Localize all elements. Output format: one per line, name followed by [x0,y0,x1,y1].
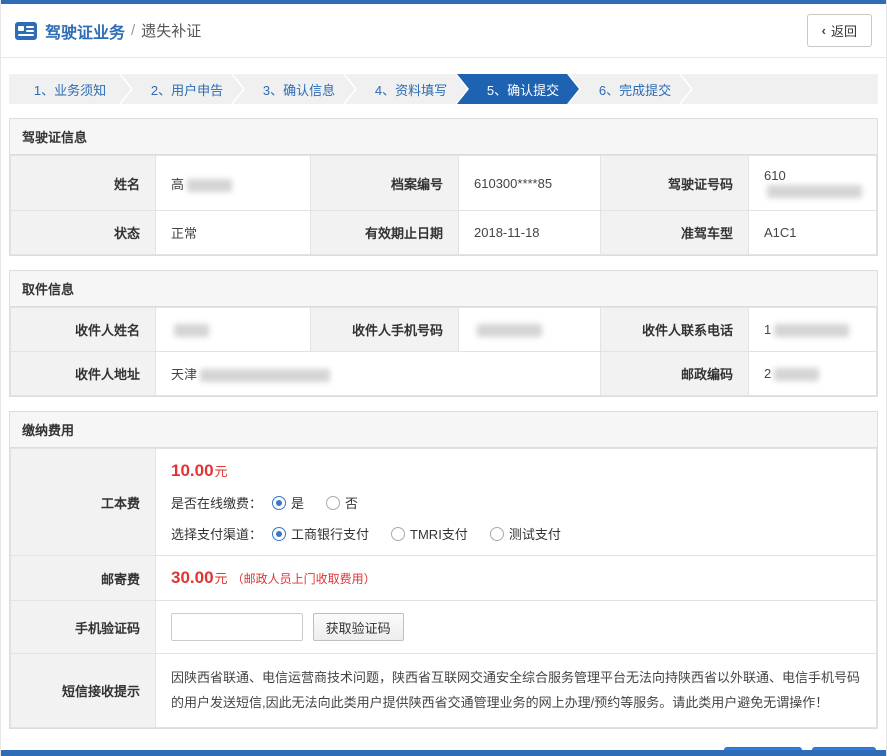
radio-channel-test[interactable] [490,527,504,541]
online-pay-row: 是否在线缴费： 是 否 [171,493,861,512]
license-card-icon [15,22,37,40]
table-row: 短信接收提示 因陕西省联通、电信运营商技术问题，陕西省互联网交通安全综合服务管理… [11,654,877,728]
recipient-tel-value: 1 [749,308,877,352]
post-fee-label: 邮寄费 [11,556,156,601]
license-info-table: 姓名 高 档案编号 610300****85 驾驶证号码 610 状态 正常 有… [10,155,877,255]
radio-channel-tmri[interactable] [391,527,405,541]
recipient-phone-label: 收件人手机号码 [311,308,459,352]
step-5-confirm-submit[interactable]: 5、确认提交 [457,74,579,104]
table-row: 收件人姓名 收件人手机号码 收件人联系电话 1 [11,308,877,352]
breadcrumb-separator: / [131,22,135,39]
pickup-info-section: 取件信息 收件人姓名 收件人手机号码 收件人联系电话 1 收件人地址 天津 邮政… [9,270,878,397]
recipient-address-value: 天津 [156,352,601,396]
online-pay-label: 是否在线缴费： [171,493,262,512]
redacted-recipient-phone [477,324,542,337]
status-value: 正常 [156,211,311,255]
pay-channel-label: 选择支付渠道： [171,524,262,543]
table-row: 手机验证码 获取验证码 [11,601,877,654]
table-row: 工本费 10.00元 是否在线缴费： 是 否 选择支付渠道： [11,449,877,556]
pickup-info-title: 取件信息 [10,271,877,307]
work-fee-amount: 10.00元 [171,461,861,481]
pickup-info-table: 收件人姓名 收件人手机号码 收件人联系电话 1 收件人地址 天津 邮政编码 2 [10,307,877,396]
recipient-phone-value [459,308,601,352]
license-number-label: 驾驶证号码 [601,156,749,211]
step-nav-filler [681,74,878,104]
table-row: 邮寄费 30.00元（邮政人员上门收取费用） [11,556,877,601]
header: 驾驶证业务 / 遗失补证 ‹ 返回 [1,4,886,58]
step-2-user-declaration[interactable]: 2、用户申告 [121,74,243,104]
license-info-title: 驾驶证信息 [10,119,877,155]
radio-channel-test-label[interactable]: 测试支付 [509,524,561,543]
step-nav: 1、业务须知 2、用户申告 3、确认信息 4、资料填写 5、确认提交 6、完成提… [9,74,878,104]
pay-channel-row: 选择支付渠道： 工商银行支付 TMRI支付 测试支付 [171,524,861,543]
table-row: 状态 正常 有效期止日期 2018-11-18 准驾车型 A1C1 [11,211,877,255]
postcode-label: 邮政编码 [601,352,749,396]
name-value: 高 [156,156,311,211]
vehicle-type-label: 准驾车型 [601,211,749,255]
back-chevron-icon: ‹ [822,23,826,38]
recipient-address-label: 收件人地址 [11,352,156,396]
step-4-fill-data[interactable]: 4、资料填写 [345,74,467,104]
recipient-name-value [156,308,311,352]
fees-title: 缴纳费用 [10,412,877,448]
expiry-label: 有效期止日期 [311,211,459,255]
redacted-address [200,369,330,382]
get-sms-code-button[interactable]: 获取验证码 [313,613,404,641]
status-label: 状态 [11,211,156,255]
page: 驾驶证业务 / 遗失补证 ‹ 返回 1、业务须知 2、用户申告 3、确认信息 4… [0,0,887,756]
expiry-value: 2018-11-18 [459,211,601,255]
work-fee-cell: 10.00元 是否在线缴费： 是 否 选择支付渠道： 工商银行支付 [156,449,877,556]
sms-code-cell: 获取验证码 [156,601,877,654]
page-subtitle: 遗失补证 [141,20,201,41]
back-button-label: 返回 [831,21,857,40]
sms-tip-label: 短信接收提示 [11,654,156,728]
page-title: 驾驶证业务 [45,19,125,43]
fees-table: 工本费 10.00元 是否在线缴费： 是 否 选择支付渠道： [10,448,877,728]
work-fee-label: 工本费 [11,449,156,556]
redacted-license-number [767,185,862,198]
recipient-tel-label: 收件人联系电话 [601,308,749,352]
radio-channel-icbc-label[interactable]: 工商银行支付 [291,524,369,543]
post-fee-cell: 30.00元（邮政人员上门收取费用） [156,556,877,601]
radio-online-pay-no[interactable] [326,496,340,510]
redacted-postcode [774,368,819,381]
back-button[interactable]: ‹ 返回 [807,14,872,47]
step-3-confirm-info[interactable]: 3、确认信息 [233,74,355,104]
sms-code-label: 手机验证码 [11,601,156,654]
redacted-recipient-name [174,324,209,337]
recipient-name-label: 收件人姓名 [11,308,156,352]
sms-tip-text: 因陕西省联通、电信运营商技术问题，陕西省互联网交通安全综合服务管理平台无法向持陕… [156,654,877,728]
sms-code-input[interactable] [171,613,303,641]
vehicle-type-value: A1C1 [749,211,877,255]
license-info-section: 驾驶证信息 姓名 高 档案编号 610300****85 驾驶证号码 610 状… [9,118,878,256]
fees-section: 缴纳费用 工本费 10.00元 是否在线缴费： 是 否 [9,411,878,729]
radio-online-pay-yes[interactable] [272,496,286,510]
license-number-value: 610 [749,156,877,211]
radio-channel-tmri-label[interactable]: TMRI支付 [410,524,468,543]
radio-channel-icbc[interactable] [272,527,286,541]
file-number-label: 档案编号 [311,156,459,211]
radio-online-pay-yes-label[interactable]: 是 [291,493,304,512]
redacted-recipient-tel [774,324,849,337]
table-row: 收件人地址 天津 邮政编码 2 [11,352,877,396]
bottom-accent-bar [1,750,886,756]
post-fee-note: （邮政人员上门收取费用） [232,572,376,586]
table-row: 姓名 高 档案编号 610300****85 驾驶证号码 610 [11,156,877,211]
step-1-business-notice[interactable]: 1、业务须知 [9,74,131,104]
radio-online-pay-no-label[interactable]: 否 [345,493,358,512]
step-6-complete-submit[interactable]: 6、完成提交 [569,74,691,104]
redacted-name [187,179,232,192]
name-label: 姓名 [11,156,156,211]
page-title-group: 驾驶证业务 / 遗失补证 [15,19,201,43]
file-number-value: 610300****85 [459,156,601,211]
postcode-value: 2 [749,352,877,396]
